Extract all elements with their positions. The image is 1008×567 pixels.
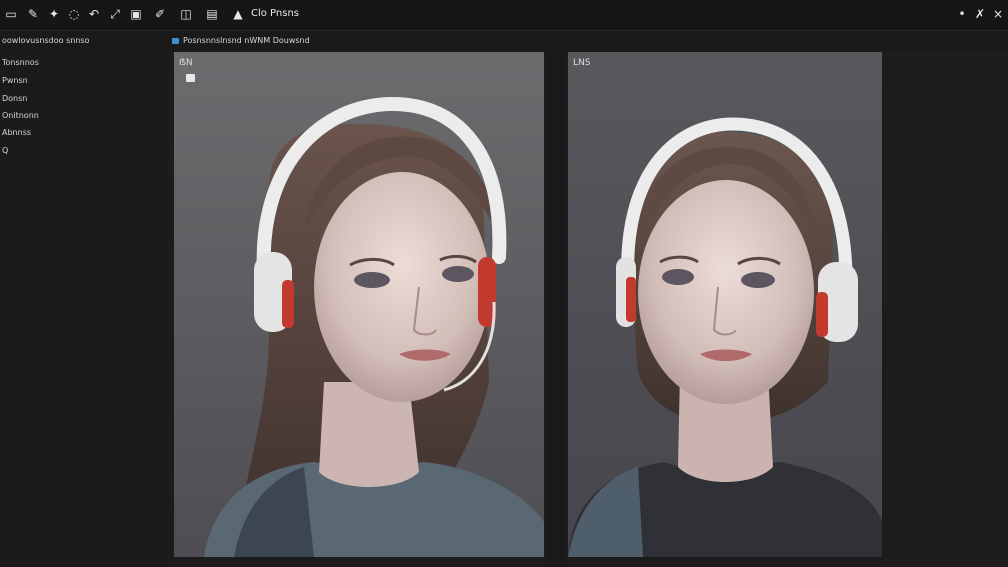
sidebar: Tonsnnos Pwnsn Donsn Onitnonn Abnnss Q xyxy=(0,52,168,567)
lasso-icon[interactable]: ◌ xyxy=(66,6,82,22)
document-tab[interactable]: Posnsnnslnsnd nWNM Douwsnd xyxy=(172,36,310,45)
document-icon xyxy=(172,37,179,44)
brush-icon[interactable]: ✦ xyxy=(46,6,62,22)
panel-divider[interactable] xyxy=(548,52,564,567)
crop-icon[interactable]: ◫ xyxy=(178,6,194,22)
pencil-icon[interactable]: ✐ xyxy=(152,6,168,22)
canvas-panel-right[interactable]: LNS xyxy=(568,52,882,557)
sidebar-item[interactable]: Abnnss xyxy=(2,128,31,137)
panel-label-left: ẞN xyxy=(179,58,193,68)
layout-icon[interactable]: ▭ xyxy=(3,6,19,22)
sidebar-item[interactable]: Pwnsn xyxy=(2,76,28,85)
top-toolbar: ▭ ✎ ✦ ◌ ↶ ⤢ ▣ ✐ ◫ ▤ ▲ Clo Pnsns • ✗ × xyxy=(0,0,1008,31)
sidebar-item[interactable]: Tonsnnos xyxy=(2,58,39,67)
layer-chip-icon[interactable] xyxy=(186,74,195,82)
pen-icon[interactable]: ✎ xyxy=(25,6,41,22)
portrait-image-right xyxy=(568,117,882,557)
sub-toolbar: oowlovusnsdoo snnso Posnsnnslnsnd nWNM D… xyxy=(0,31,1008,51)
frame-icon[interactable]: ▣ xyxy=(128,6,144,22)
sidebar-item[interactable]: Onitnonn xyxy=(2,111,39,120)
portrait-image-left xyxy=(204,96,544,557)
right-pane xyxy=(884,52,1008,567)
undo-icon[interactable]: ↶ xyxy=(86,6,102,22)
search-icon[interactable]: Q xyxy=(2,146,8,155)
panel-heading: oowlovusnsdoo snnso xyxy=(2,36,90,45)
app-title: Clo Pnsns xyxy=(251,8,300,19)
move-icon[interactable]: ⤢ xyxy=(107,6,123,22)
close-icon[interactable]: × xyxy=(990,6,1006,22)
image-icon[interactable]: ▤ xyxy=(204,6,220,22)
tools-icon[interactable]: ✗ xyxy=(972,6,988,22)
sidebar-item[interactable]: Donsn xyxy=(2,94,27,103)
document-tab-label: Posnsnnslnsnd nWNM Douwsnd xyxy=(183,36,310,45)
stamp-icon[interactable]: ▲ xyxy=(230,6,246,22)
canvas-panel-left[interactable]: ẞN xyxy=(174,52,544,557)
dot-icon[interactable]: • xyxy=(954,6,970,22)
panel-label-right: LNS xyxy=(573,58,591,68)
